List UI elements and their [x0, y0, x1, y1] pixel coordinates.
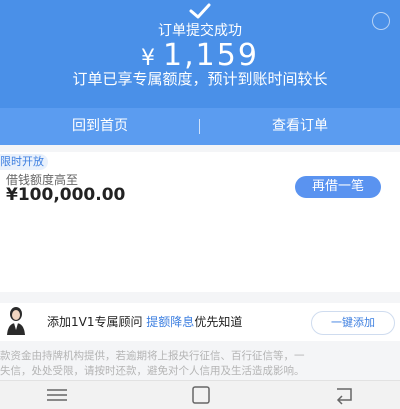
disclaimer: 款资金由持牌机构提供，若逾期将上报央行征信、百行征信等，一 失信，处处受限，请按…	[0, 349, 400, 379]
advisor-prefix: 添加1V1专属顾问	[47, 315, 147, 329]
menu-icon[interactable]	[45, 384, 85, 406]
check-icon	[189, 3, 211, 19]
advisor-banner: 添加1V1专属顾问 提额降息优先知道 一键添加	[0, 303, 400, 341]
success-title: 订单提交成功	[158, 23, 242, 39]
advisor-avatar	[7, 307, 25, 335]
view-order-button[interactable]: 查看订单	[200, 108, 400, 145]
add-advisor-button[interactable]: 一键添加	[311, 311, 395, 335]
action-bar: 回到首页 查看订单	[0, 108, 400, 145]
credit-limit-card: 限时开放 借钱额度高至 ¥100,000.00 再借一笔	[0, 152, 400, 292]
home-icon[interactable]	[180, 384, 220, 406]
advisor-suffix: 优先知道	[194, 315, 243, 329]
back-home-button[interactable]: 回到首页	[0, 108, 200, 145]
disclaimer-line: 失信，处处受限，请按时还款，避免对个人信用及生活造成影响。	[0, 365, 305, 377]
advisor-text: 添加1V1专属顾问 提额降息优先知道	[47, 313, 242, 330]
back-icon[interactable]	[325, 384, 365, 406]
success-note: 订单已享专属额度，预计到账时间较长	[72, 70, 328, 88]
advisor-highlight: 提额降息	[146, 315, 195, 329]
system-navigation-bar	[0, 380, 400, 409]
borrow-again-button[interactable]: 再借一笔	[295, 176, 381, 198]
disclaimer-line: 款资金由持牌机构提供，若逾期将上报央行征信、百行征信等，一	[0, 350, 305, 362]
limited-time-badge: 限时开放	[0, 154, 48, 170]
order-success-page: 订单提交成功 ¥1,159 订单已享专属额度，预计到账时间较长 回到首页 查看订…	[0, 0, 400, 409]
limit-value: ¥100,000.00	[6, 185, 126, 205]
